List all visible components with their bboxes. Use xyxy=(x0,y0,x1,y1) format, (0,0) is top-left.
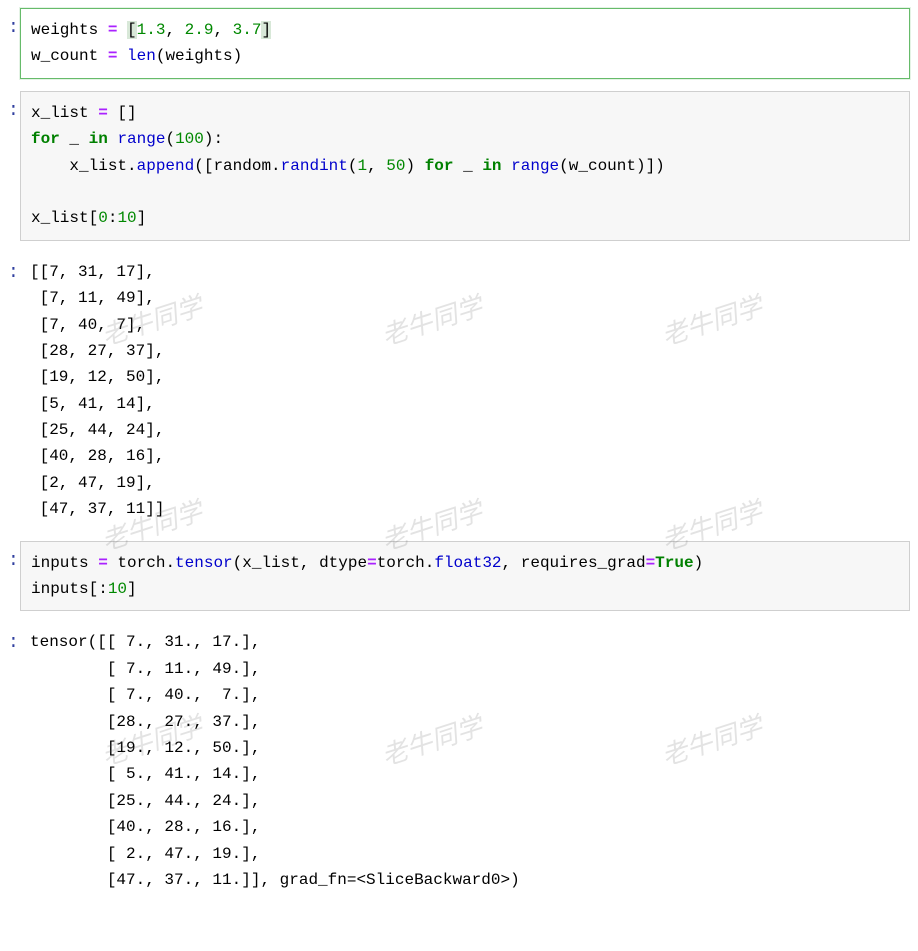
code-line: inputs = torch.tensor(x_list, dtype=torc… xyxy=(31,550,899,576)
output-text: [[7, 31, 17], [7, 11, 49], [7, 40, 7], [… xyxy=(20,253,910,529)
cell-marker: : xyxy=(8,259,19,289)
code-line: inputs[:10] xyxy=(31,576,899,602)
code-line: x_list = [] xyxy=(31,100,899,126)
code-input-area[interactable]: weights = [1.3, 2.9, 3.7]w_count = len(w… xyxy=(20,8,910,79)
code-cell: : inputs = torch.tensor(x_list, dtype=tor… xyxy=(8,541,910,612)
output-cell: :[[7, 31, 17], [7, 11, 49], [7, 40, 7], … xyxy=(8,253,910,529)
output-cell: :tensor([[ 7., 31., 17.], [ 7., 11., 49.… xyxy=(8,623,910,899)
code-line: x_list.append([random.randint(1, 50) for… xyxy=(31,153,899,179)
code-line: w_count = len(weights) xyxy=(31,43,899,69)
code-line: x_list[0:10] xyxy=(31,205,899,231)
code-cell: :x_list = []for _ in range(100): x_list.… xyxy=(8,91,910,241)
cell-marker: : xyxy=(8,14,19,44)
cell-marker: : xyxy=(8,629,19,659)
code-line: for _ in range(100): xyxy=(31,126,899,152)
code-line: weights = [1.3, 2.9, 3.7] xyxy=(31,17,899,43)
code-input-area[interactable]: x_list = []for _ in range(100): x_list.a… xyxy=(20,91,910,241)
code-input-area[interactable]: inputs = torch.tensor(x_list, dtype=torc… xyxy=(20,541,910,612)
output-text: tensor([[ 7., 31., 17.], [ 7., 11., 49.]… xyxy=(20,623,910,899)
code-line xyxy=(31,179,899,205)
cell-marker: : xyxy=(8,547,19,577)
code-cell: :weights = [1.3, 2.9, 3.7]w_count = len(… xyxy=(8,8,910,79)
cell-marker: : xyxy=(8,97,19,127)
